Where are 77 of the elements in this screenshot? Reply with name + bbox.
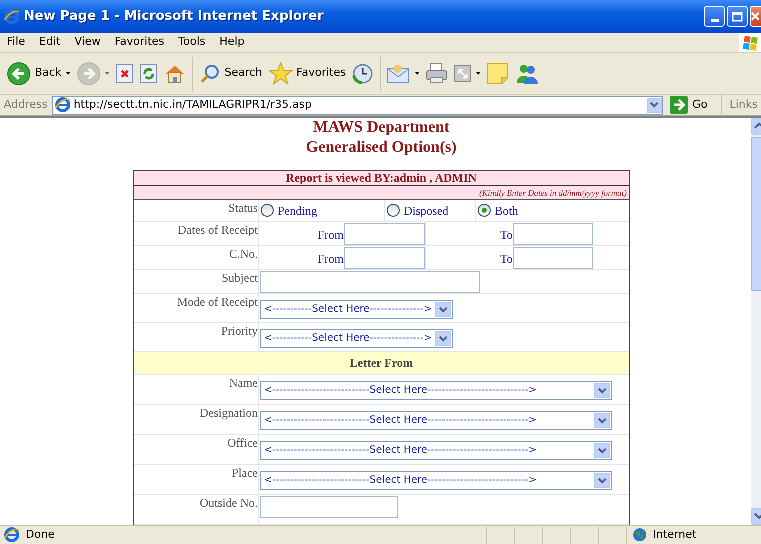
- go-arrow-icon: [670, 96, 688, 114]
- field-label: Priority: [221, 324, 258, 338]
- select-dropdown[interactable]: <-----------Select Here--------------->: [260, 329, 453, 348]
- menu-item[interactable]: Edit: [32, 34, 68, 51]
- window-title: New Page 1 - Microsoft Internet Explorer: [24, 8, 324, 26]
- menu-item[interactable]: Help: [212, 34, 252, 51]
- go-button[interactable]: Go: [667, 95, 711, 115]
- caret-icon: [476, 72, 482, 75]
- from-field[interactable]: [344, 247, 425, 269]
- minimize-icon: [710, 19, 718, 22]
- radio-option[interactable]: Both: [478, 202, 518, 220]
- field-label: Status: [228, 201, 258, 215]
- field-label: Mode of Receipt: [177, 295, 258, 309]
- field-label: Outside No.: [200, 496, 258, 510]
- select-dropdown[interactable]: <---------------------------Select Here---------------------------->: [260, 471, 612, 490]
- date-format-note: (Kindly Enter Dates in dd/mm/yyyy format): [134, 186, 629, 200]
- stop-icon: [116, 64, 134, 84]
- radio-option[interactable]: Disposed: [387, 202, 449, 220]
- field-label: Designation: [200, 406, 258, 420]
- close-icon: [751, 12, 760, 21]
- minimize-button[interactable]: [704, 6, 725, 27]
- select-dropdown[interactable]: <-----------Select Here--------------->: [260, 300, 453, 319]
- short-text-field[interactable]: [260, 496, 398, 518]
- field-label: Dates of Receipt: [178, 223, 258, 237]
- back-button[interactable]: Back: [4, 56, 74, 90]
- caret-icon: [104, 72, 110, 75]
- field-label: Name: [229, 376, 258, 390]
- to-field[interactable]: [513, 247, 593, 269]
- address-label: Address: [4, 96, 48, 113]
- star-icon: [268, 62, 293, 86]
- from-label: From: [316, 227, 344, 244]
- from-label: From: [316, 251, 344, 268]
- security-zone-label: Internet: [653, 526, 697, 543]
- close-button[interactable]: [750, 6, 761, 27]
- caret-icon: [415, 72, 420, 75]
- select-dropdown[interactable]: <---------------------------Select Here---------------------------->: [260, 411, 612, 430]
- sticky-note-icon: [487, 62, 510, 84]
- radio-button[interactable]: [478, 204, 491, 217]
- address-field[interactable]: http://sectt.tn.nic.in/TAMILAGRIPR1/r35.asp: [52, 96, 664, 114]
- page-heading: MAWS Department: [312, 118, 451, 138]
- menu-item[interactable]: File: [0, 34, 32, 51]
- globe-icon: [633, 528, 647, 542]
- maximize-button[interactable]: [727, 6, 748, 27]
- status-text: Done: [26, 526, 56, 543]
- field-label: Office: [228, 436, 258, 450]
- section-header: Letter From: [134, 352, 629, 375]
- menu-item[interactable]: Favorites: [108, 34, 172, 51]
- windows-flag-icon: [739, 33, 761, 52]
- field-label: C.No.: [229, 247, 258, 261]
- refresh-icon: [140, 64, 158, 84]
- radio-button[interactable]: [261, 204, 274, 217]
- people-icon: [515, 62, 540, 84]
- to-field[interactable]: [513, 223, 593, 245]
- favorites-button[interactable]: Favorites: [266, 56, 350, 90]
- from-field[interactable]: [344, 223, 425, 245]
- field-label: Subject: [222, 271, 258, 285]
- mail-icon: [387, 64, 412, 84]
- page-heading: Generalised Option(s): [305, 138, 458, 158]
- maximize-icon: [732, 12, 743, 22]
- history-clock-icon: [352, 62, 374, 84]
- radio-button[interactable]: [387, 204, 400, 217]
- field-label: Place: [232, 466, 258, 480]
- page-icon: [54, 97, 71, 113]
- menu-item[interactable]: View: [68, 34, 108, 51]
- select-dropdown[interactable]: <---------------------------Select Here---------------------------->: [260, 381, 612, 400]
- report-banner: Report is viewed BY:admin , ADMIN: [134, 171, 629, 186]
- links-button[interactable]: Links: [720, 95, 761, 115]
- browser-logo-icon: [4, 8, 20, 24]
- search-icon: [198, 62, 221, 84]
- text-field[interactable]: [260, 271, 480, 293]
- search-button[interactable]: Search: [196, 56, 266, 90]
- menu-item[interactable]: Tools: [172, 34, 213, 51]
- radio-option[interactable]: Pending: [261, 202, 318, 220]
- page-icon: [4, 527, 20, 543]
- select-dropdown[interactable]: <---------------------------Select Here---------------------------->: [260, 441, 612, 460]
- printer-icon: [426, 62, 448, 84]
- caret-icon: [66, 72, 71, 75]
